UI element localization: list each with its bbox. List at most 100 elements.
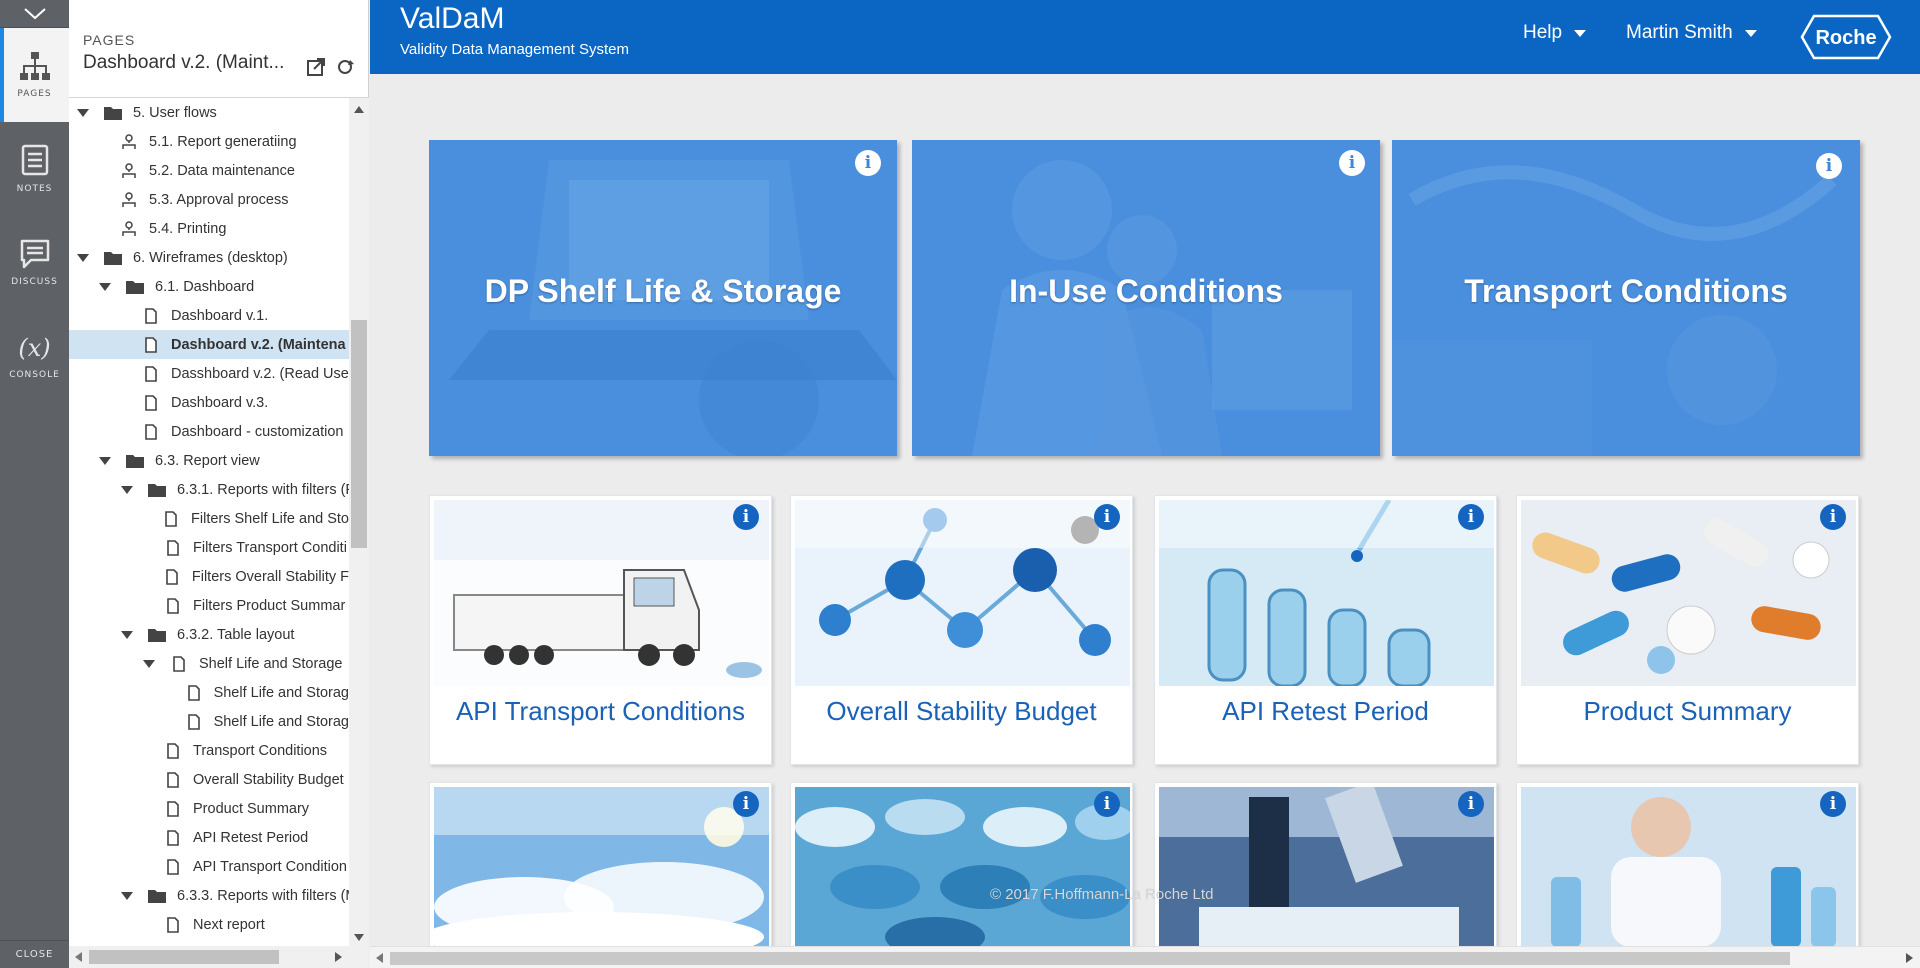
help-menu[interactable]: Help	[1523, 22, 1587, 44]
user-name: Martin Smith	[1626, 22, 1733, 43]
tree-page[interactable]: 5.3. Approval process	[69, 185, 349, 214]
card-microscope[interactable]: i	[1154, 782, 1497, 952]
card-blue-tablets[interactable]: i	[790, 782, 1133, 952]
info-icon[interactable]: i	[733, 504, 759, 530]
card-overall-stability[interactable]: Overall Stability Budget i	[790, 495, 1133, 765]
collapse-toggle[interactable]	[0, 0, 69, 28]
info-icon[interactable]: i	[1339, 150, 1365, 176]
tree-node-label: Product Summary	[193, 800, 310, 817]
tree-page[interactable]: Next report	[69, 910, 349, 939]
rail-pages-button[interactable]: PAGES	[0, 28, 69, 122]
open-external-icon[interactable]	[307, 58, 325, 76]
info-icon[interactable]: i	[855, 150, 881, 176]
info-icon[interactable]: i	[733, 791, 759, 817]
expand-caret-icon[interactable]	[77, 108, 89, 117]
tree-scroll-thumb[interactable]	[351, 320, 367, 548]
card-api-transport[interactable]: API Transport Conditions i	[429, 495, 772, 765]
tree-page[interactable]: Transport Conditions	[69, 736, 349, 765]
tree-page[interactable]: Overall Stability Budget	[69, 765, 349, 794]
tree-node-label: 5.1. Report generatiing	[149, 133, 297, 150]
tree-page[interactable]: Dashboard v.1.	[69, 301, 349, 330]
tree-page[interactable]: API Transport Condition	[69, 852, 349, 881]
big-tile-in-use[interactable]: In-Use Conditions i	[912, 140, 1380, 456]
tree-folder[interactable]: 6.3.3. Reports with filters (M	[69, 881, 349, 910]
tree-page[interactable]: 5.4. Printing	[69, 214, 349, 243]
main-horizontal-scrollbar[interactable]	[370, 946, 1920, 968]
tree-page[interactable]: Filters Transport Conditi	[69, 533, 349, 562]
tree-page[interactable]: 5.2. Data maintenance	[69, 156, 349, 185]
tree-page[interactable]: 5.1. Report generatiing	[69, 127, 349, 156]
card-sky[interactable]: i	[429, 782, 772, 952]
card-product-summary[interactable]: Product Summary i	[1516, 495, 1859, 765]
tree-page[interactable]: Product Summary	[69, 794, 349, 823]
page-icon	[163, 742, 183, 759]
app-brand[interactable]: ValDaM Validity Data Management System	[400, 2, 629, 58]
expand-caret-icon[interactable]	[77, 253, 89, 262]
page-icon	[163, 597, 183, 614]
folder-icon	[147, 888, 167, 904]
tree-horizontal-scrollbar[interactable]	[69, 946, 369, 968]
rail-discuss-button[interactable]: DISCUSS	[0, 216, 69, 310]
scroll-left-arrow-icon[interactable]	[376, 953, 383, 963]
roche-logo[interactable]: Roche	[1800, 14, 1892, 60]
tree-page[interactable]: Dashboard - customization	[69, 417, 349, 446]
tree-hscroll-thumb[interactable]	[89, 950, 279, 964]
tree-page[interactable]: Shelf Life and Storage	[69, 649, 349, 678]
tree-page[interactable]: Filters Product Summar	[69, 591, 349, 620]
expand-caret-icon[interactable]	[121, 891, 133, 900]
main-area: ValDaM Validity Data Management System H…	[370, 0, 1920, 968]
scroll-right-arrow-icon[interactable]	[335, 952, 342, 962]
tree-page[interactable]: Filters Shelf Life and Sto	[69, 504, 349, 533]
folder-icon	[103, 250, 123, 266]
tree-folder[interactable]: 6.3.2. Table layout	[69, 620, 349, 649]
scroll-up-arrow-icon[interactable]	[354, 106, 364, 113]
tree-folder[interactable]: 6.1. Dashboard	[69, 272, 349, 301]
page-icon	[163, 916, 183, 933]
info-icon[interactable]: i	[1820, 504, 1846, 530]
tree-node-label: API Transport Condition	[193, 858, 347, 875]
tree-folder[interactable]: 6.3.1. Reports with filters (F	[69, 475, 349, 504]
tree-folder[interactable]: 6.3. Report view	[69, 446, 349, 475]
expand-caret-icon[interactable]	[99, 282, 111, 291]
tree-vertical-scrollbar[interactable]	[349, 98, 369, 946]
tree-page[interactable]: API Retest Period	[69, 823, 349, 852]
info-icon[interactable]: i	[1094, 504, 1120, 530]
tree-node-label: Filters Overall Stability F	[191, 568, 349, 585]
caret-down-icon	[1574, 29, 1587, 37]
info-icon[interactable]: i	[1816, 153, 1842, 179]
tree-page[interactable]: Dashboard v.2. (Maintena	[69, 330, 349, 359]
info-icon[interactable]: i	[1458, 504, 1484, 530]
refresh-icon[interactable]	[337, 58, 355, 76]
expand-caret-icon[interactable]	[121, 485, 133, 494]
rail-notes-button[interactable]: NOTES	[0, 122, 69, 216]
app-name: ValDaM	[400, 2, 505, 35]
tree-node-label: Overall Stability Budget	[193, 771, 344, 788]
scroll-down-arrow-icon[interactable]	[354, 934, 364, 941]
main-scroll-thumb[interactable]	[390, 952, 1790, 965]
expand-caret-icon[interactable]	[99, 456, 111, 465]
tree-page[interactable]: Filters Overall Stability F	[69, 562, 349, 591]
scroll-left-arrow-icon[interactable]	[75, 952, 82, 962]
tree-page[interactable]: Dashboard v.3.	[69, 388, 349, 417]
scroll-right-arrow-icon[interactable]	[1906, 953, 1913, 963]
tree-page[interactable]	[69, 939, 349, 946]
info-icon[interactable]: i	[1458, 791, 1484, 817]
user-menu[interactable]: Martin Smith	[1626, 22, 1757, 44]
tree-folder[interactable]: 6. Wireframes (desktop)	[69, 243, 349, 272]
big-tile-shelf-life[interactable]: DP Shelf Life & Storage i	[429, 140, 897, 456]
expand-caret-icon[interactable]	[121, 630, 133, 639]
rail-console-button[interactable]: (x) CONSOLE	[0, 310, 69, 404]
big-tile-transport[interactable]: Transport Conditions i	[1392, 140, 1860, 456]
tree-folder[interactable]: 5. User flows	[69, 98, 349, 127]
tree-page[interactable]: Shelf Life and Storag	[69, 678, 349, 707]
info-icon[interactable]: i	[1094, 791, 1120, 817]
card-lab[interactable]: i	[1516, 782, 1859, 952]
info-icon[interactable]: i	[1820, 791, 1846, 817]
card-api-retest[interactable]: API Retest Period i	[1154, 495, 1497, 765]
close-button[interactable]: CLOSE	[0, 940, 69, 968]
tree-page[interactable]: Dasshboard v.2. (Read Use	[69, 359, 349, 388]
expand-caret-icon[interactable]	[143, 659, 155, 668]
tree-page[interactable]: Shelf Life and Storag	[69, 707, 349, 736]
